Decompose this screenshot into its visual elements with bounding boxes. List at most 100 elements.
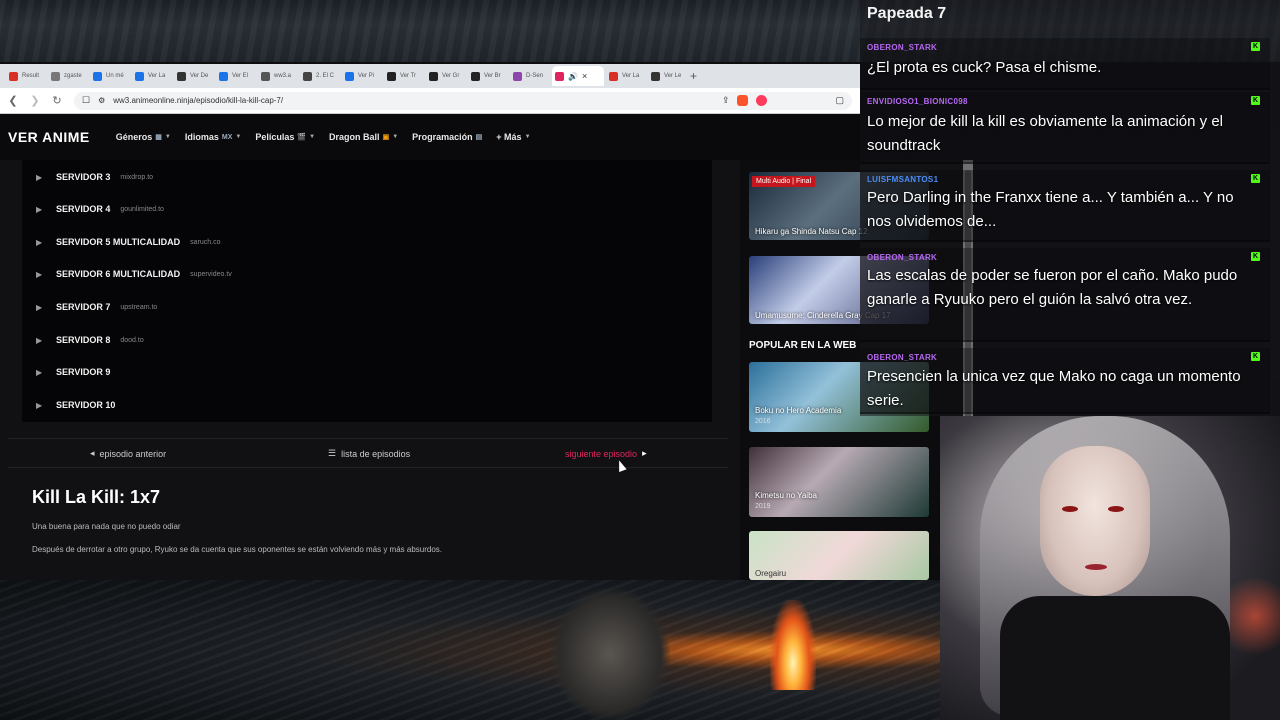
- episode-subtitle: Una buena para nada que no puedo odiar: [32, 522, 181, 531]
- next-episode-button[interactable]: siguiente episodio ▸: [565, 448, 647, 459]
- play-icon: ▶: [36, 172, 43, 182]
- browser-tab[interactable]: ww3.a: [258, 66, 298, 86]
- menu-idiomas[interactable]: Idiomas MX ▼: [185, 132, 241, 142]
- tab-favicon-icon: [429, 71, 438, 81]
- menu-peliculas[interactable]: Películas 🎬 ▼: [255, 132, 315, 142]
- browser-tab-strip: Result zgaste Un mé Ver La Ver De Ver El…: [0, 64, 860, 88]
- browser-tab[interactable]: Ver El: [216, 66, 256, 86]
- server-list: ▶ SERVIDOR 3 mixdrop.to ▶ SERVIDOR 4 gounlim…: [22, 160, 712, 422]
- browser-tab[interactable]: 2. El C: [300, 66, 340, 86]
- chat-text: Pero Darling in the Franxx tiene a... Y …: [867, 189, 1234, 230]
- card-title: Kimetsu no Yaiba: [755, 491, 817, 500]
- menu-programacion[interactable]: Programación ▤: [412, 132, 482, 142]
- sidebar-toggle-icon[interactable]: ▢: [835, 95, 844, 106]
- browser-tab[interactable]: Ver La: [606, 66, 646, 86]
- chat-message: OBERON_STARK K Presencien la unica vez q…: [860, 348, 1270, 414]
- tab-favicon-icon: [219, 71, 228, 81]
- url-field[interactable]: ☐ ⚙ ww3.animeonline.ninja/episodio/kill-…: [74, 91, 852, 110]
- sparks: [1230, 566, 1280, 666]
- chat-username: OBERON_STARK: [867, 43, 938, 52]
- chat-username: OBERON_STARK: [867, 353, 938, 362]
- browser-tab[interactable]: Ver La: [132, 66, 172, 86]
- card-year: 2016: [755, 418, 771, 425]
- episode-list-button[interactable]: ☰ lista de episodios: [328, 448, 410, 459]
- server-item[interactable]: ▶ SERVIDOR 10: [36, 397, 125, 413]
- play-icon: ▶: [36, 367, 43, 377]
- server-item[interactable]: ▶ SERVIDOR 7 upstream.to: [36, 299, 157, 315]
- chat-username: ENVIDIOSO1_BIONIC098: [867, 97, 968, 106]
- game-character: [550, 588, 670, 720]
- site-info-icon[interactable]: ⚙: [98, 96, 105, 105]
- share-icon[interactable]: ⇪: [722, 95, 730, 106]
- chat-username: LUISFMSANTOS1: [867, 175, 939, 184]
- server-item[interactable]: ▶ SERVIDOR 5 MULTICALIDAD saruch.co: [36, 234, 221, 250]
- chat-username: OBERON_STARK: [867, 253, 938, 262]
- avatar-eye: [1108, 506, 1124, 512]
- avatar-lips: [1085, 564, 1107, 570]
- forward-icon[interactable]: ❯: [30, 94, 40, 107]
- chat-message: LUISFMSANTOS1 K Pero Darling in the Fran…: [860, 170, 1270, 242]
- tab-favicon-icon: [651, 71, 660, 81]
- play-icon: ▶: [36, 204, 43, 214]
- popular-heading: POPULAR EN LA WEB: [749, 340, 857, 351]
- episode-title: Kill La Kill: 1x7: [32, 487, 161, 507]
- browser-tab[interactable]: Ver Le: [648, 66, 688, 86]
- browser-tab[interactable]: Un mé: [90, 66, 130, 86]
- play-icon: ▶: [36, 400, 43, 410]
- kick-badge-icon: K: [1251, 42, 1260, 51]
- chevron-down-icon: ▼: [164, 134, 171, 140]
- reload-icon[interactable]: ↻: [52, 94, 62, 107]
- chevron-down-icon: ▼: [309, 134, 316, 140]
- browser-tab[interactable]: Ver Tr: [384, 66, 424, 86]
- bookmark-icon[interactable]: ☐: [82, 95, 90, 106]
- new-tab-button[interactable]: +: [690, 69, 704, 83]
- play-icon: ▶: [36, 237, 43, 247]
- brave-shield-icon[interactable]: [737, 95, 749, 106]
- browser-tab[interactable]: D-Sen: [510, 66, 550, 86]
- server-item[interactable]: ▶ SERVIDOR 4 gounlimited.to: [36, 201, 164, 217]
- close-tab-icon[interactable]: ×: [582, 71, 587, 81]
- menu-generos[interactable]: Géneros ▦ ▼: [116, 132, 171, 142]
- extension-icon[interactable]: [756, 95, 768, 106]
- chevron-down-icon: ▼: [392, 134, 399, 140]
- browser-tab[interactable]: Ver Br: [468, 66, 508, 86]
- play-icon: ▶: [36, 269, 43, 279]
- tab-favicon-icon: [261, 71, 270, 81]
- tab-favicon-icon: [177, 71, 186, 81]
- browser-tab[interactable]: Result: [6, 66, 46, 86]
- menu-mas[interactable]: + Más ▼: [496, 132, 530, 142]
- browser-tab[interactable]: Ver Gr: [426, 66, 466, 86]
- chat-title: Papeada 7: [867, 5, 947, 22]
- card-year: 2019: [755, 503, 771, 510]
- server-item[interactable]: ▶ SERVIDOR 8 dood.to: [36, 332, 144, 348]
- list-icon: ☰: [328, 448, 337, 458]
- browser-tab[interactable]: zgaste: [48, 66, 88, 86]
- back-icon[interactable]: ❮: [8, 94, 18, 107]
- chat-text: Las escalas de poder se fueron por el ca…: [867, 267, 1238, 308]
- kick-badge-icon: K: [1251, 174, 1260, 183]
- browser-address-bar: ❮ ❯ ↻ ☐ ⚙ ww3.animeonline.ninja/episodio…: [0, 88, 860, 114]
- avatar-eye: [1062, 506, 1078, 512]
- play-icon: ▶: [36, 302, 43, 312]
- game-capture: [0, 580, 940, 720]
- browser-tab-active[interactable]: 🔊 ×: [552, 66, 604, 86]
- menu-dragon-ball[interactable]: Dragon Ball ▣ ▼: [329, 132, 398, 142]
- prev-episode-button[interactable]: ◂ episodio anterior: [90, 448, 166, 459]
- kick-badge-icon: K: [1251, 96, 1260, 105]
- server-item[interactable]: ▶ SERVIDOR 3 mixdrop.to: [36, 169, 153, 185]
- tab-favicon-icon: [135, 71, 144, 81]
- popular-card[interactable]: Kimetsu no Yaiba 2019: [749, 447, 929, 517]
- play-icon: ▶: [36, 335, 43, 345]
- stream-screen: Result zgaste Un mé Ver La Ver De Ver El…: [0, 0, 1280, 720]
- server-item[interactable]: ▶ SERVIDOR 6 MULTICALIDAD supervideo.tv: [36, 266, 232, 282]
- browser-tab[interactable]: Ver De: [174, 66, 214, 86]
- browser-tab[interactable]: Ver Pi: [342, 66, 382, 86]
- popular-card[interactable]: Oregairu: [749, 531, 929, 580]
- kick-badge-icon: K: [1251, 352, 1260, 361]
- chat-text: Lo mejor de kill la kill es obviamente l…: [867, 113, 1224, 154]
- server-item[interactable]: ▶ SERVIDOR 9: [36, 364, 120, 380]
- card-badge: Multi Audio | Final: [752, 176, 816, 187]
- chat-text: Presencien la unica vez que Mako no caga…: [867, 368, 1241, 409]
- tab-favicon-icon: [609, 71, 618, 81]
- site-logo[interactable]: VER ANIME: [8, 129, 90, 145]
